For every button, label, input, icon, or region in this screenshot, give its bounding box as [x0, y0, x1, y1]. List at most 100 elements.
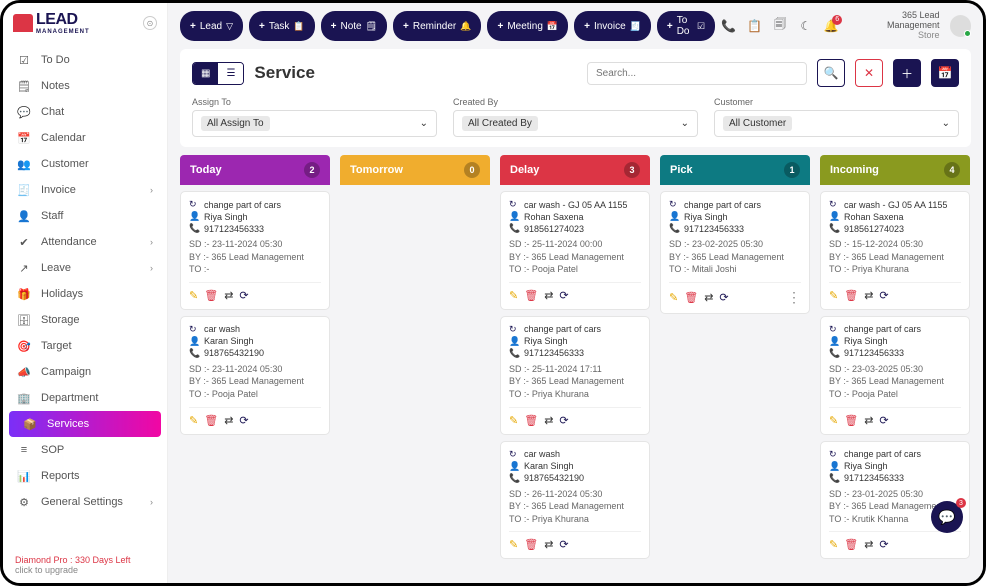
- topbar-invoice-button[interactable]: +Invoice🧾: [574, 11, 651, 41]
- nav-icon: 🎁: [17, 287, 31, 301]
- sidebar-item-storage[interactable]: 🗄Storage: [3, 307, 167, 333]
- nav-label: Notes: [41, 80, 70, 92]
- moon-icon[interactable]: ☾: [798, 18, 814, 34]
- link-icon[interactable]: ⇄: [864, 414, 873, 427]
- topbar-task-button[interactable]: +Task📋: [249, 11, 315, 41]
- sync-icon[interactable]: ⟳: [559, 414, 568, 427]
- topbar-reminder-button[interactable]: +Reminder🔔: [393, 11, 481, 41]
- call-icon[interactable]: 📞: [721, 18, 737, 34]
- edit-icon[interactable]: ✎: [669, 291, 678, 304]
- link-icon[interactable]: ⇄: [224, 414, 233, 427]
- sidebar-item-notes[interactable]: 🗒Notes: [3, 73, 167, 99]
- link-icon[interactable]: ⇄: [544, 414, 553, 427]
- avatar[interactable]: [950, 15, 971, 37]
- edit-icon[interactable]: ✎: [189, 414, 198, 427]
- sidebar-item-customer[interactable]: 👥Customer: [3, 151, 167, 177]
- sidebar-item-target[interactable]: 🎯Target: [3, 333, 167, 359]
- link-icon[interactable]: ⇄: [864, 538, 873, 551]
- service-card[interactable]: ↻change part of cars 👤Riya Singh 📞917123…: [820, 441, 970, 560]
- edit-icon[interactable]: ✎: [829, 289, 838, 302]
- sync-icon[interactable]: ⟳: [719, 291, 728, 304]
- sidebar-item-attendance[interactable]: ✔Attendance›: [3, 229, 167, 255]
- topbar-lead-button[interactable]: +Lead▽: [180, 11, 243, 41]
- logo[interactable]: LEADMANAGEMENT: [13, 11, 90, 35]
- sidebar-item-to-do[interactable]: ☑To Do: [3, 47, 167, 73]
- nav-icon: ⚙: [17, 495, 31, 509]
- phone-icon: 📞: [829, 473, 839, 484]
- sidebar-item-sop[interactable]: ≡SOP: [3, 437, 167, 463]
- link-icon[interactable]: ⇄: [704, 291, 713, 304]
- sidebar-item-leave[interactable]: ↗Leave›: [3, 255, 167, 281]
- delete-icon[interactable]: 🗑: [844, 289, 858, 302]
- card-phone: 917123456333: [204, 224, 264, 234]
- add-button[interactable]: ＋: [893, 59, 921, 87]
- sidebar-item-chat[interactable]: 💬Chat: [3, 99, 167, 125]
- sync-icon[interactable]: ⟳: [239, 289, 248, 302]
- sidebar-item-services[interactable]: 📦Services: [9, 411, 161, 437]
- sync-icon[interactable]: ⟳: [879, 538, 888, 551]
- upgrade-link[interactable]: click to upgrade: [15, 565, 155, 575]
- sidebar-item-staff[interactable]: 👤Staff: [3, 203, 167, 229]
- delete-icon[interactable]: 🗑: [684, 291, 698, 304]
- service-card[interactable]: ↻change part of cars 👤Riya Singh 📞917123…: [660, 191, 810, 314]
- board-view-btn[interactable]: ▦: [193, 63, 218, 84]
- link-icon[interactable]: ⇄: [864, 289, 873, 302]
- sidebar-item-campaign[interactable]: 📣Campaign: [3, 359, 167, 385]
- edit-icon[interactable]: ✎: [509, 538, 518, 551]
- sync-icon[interactable]: ⟳: [879, 414, 888, 427]
- sync-icon[interactable]: ⟳: [879, 289, 888, 302]
- service-card[interactable]: ↻car wash - GJ 05 AA 1155 👤Rohan Saxena …: [500, 191, 650, 310]
- pin-icon[interactable]: ⊙: [143, 16, 157, 30]
- service-card[interactable]: ↻car wash - GJ 05 AA 1155 👤Rohan Saxena …: [820, 191, 970, 310]
- list-view-btn[interactable]: ☰: [218, 63, 243, 84]
- service-card[interactable]: ↻change part of cars 👤Riya Singh 📞917123…: [180, 191, 330, 310]
- sync-icon[interactable]: ⟳: [559, 538, 568, 551]
- copy-icon[interactable]: 🗐: [772, 18, 788, 34]
- delete-icon[interactable]: 🗑: [844, 414, 858, 427]
- delete-icon[interactable]: 🗑: [524, 289, 538, 302]
- sidebar-item-general-settings[interactable]: ⚙General Settings›: [3, 489, 167, 515]
- service-card[interactable]: ↻change part of cars 👤Riya Singh 📞917123…: [500, 316, 650, 435]
- edit-icon[interactable]: ✎: [509, 289, 518, 302]
- service-card[interactable]: ↻car wash 👤Karan Singh 📞918765432190 SD …: [180, 316, 330, 435]
- calendar-button[interactable]: 📅: [931, 59, 959, 87]
- bell-icon[interactable]: 🔔6: [824, 18, 840, 34]
- filter-customer[interactable]: All Customer⌄: [714, 110, 959, 137]
- calendar-icon[interactable]: 📋: [747, 18, 763, 34]
- filter-created-by[interactable]: All Created By⌄: [453, 110, 698, 137]
- service-card[interactable]: ↻change part of cars 👤Riya Singh 📞917123…: [820, 316, 970, 435]
- sync-icon[interactable]: ⟳: [239, 414, 248, 427]
- delete-icon[interactable]: 🗑: [204, 414, 218, 427]
- edit-icon[interactable]: ✎: [189, 289, 198, 302]
- topbar-to-do-button[interactable]: +To Do☑: [657, 11, 715, 41]
- edit-icon[interactable]: ✎: [509, 414, 518, 427]
- sidebar-item-invoice[interactable]: 🧾Invoice›: [3, 177, 167, 203]
- service-card[interactable]: ↻car wash 👤Karan Singh 📞918765432190 SD …: [500, 441, 650, 560]
- link-icon[interactable]: ⇄: [544, 289, 553, 302]
- delete-icon[interactable]: 🗑: [844, 538, 858, 551]
- sidebar-item-reports[interactable]: 📊Reports: [3, 463, 167, 489]
- search-button[interactable]: 🔍: [817, 59, 845, 87]
- sync-icon[interactable]: ⟳: [559, 289, 568, 302]
- delete-icon[interactable]: 🗑: [524, 538, 538, 551]
- topbar-note-button[interactable]: +Note🗒: [321, 11, 387, 41]
- clear-button[interactable]: ✕: [855, 59, 883, 87]
- delete-icon[interactable]: 🗑: [524, 414, 538, 427]
- link-icon[interactable]: ⇄: [544, 538, 553, 551]
- topbar-meeting-button[interactable]: +Meeting📅: [487, 11, 568, 41]
- more-icon[interactable]: ⋮: [787, 289, 801, 306]
- sidebar-item-holidays[interactable]: 🎁Holidays: [3, 281, 167, 307]
- nav-icon: ↗: [17, 261, 31, 275]
- delete-icon[interactable]: 🗑: [204, 289, 218, 302]
- filter-assign-to[interactable]: All Assign To⌄: [192, 110, 437, 137]
- chat-fab[interactable]: 💬3: [931, 501, 963, 533]
- edit-icon[interactable]: ✎: [829, 414, 838, 427]
- edit-icon[interactable]: ✎: [829, 538, 838, 551]
- link-icon[interactable]: ⇄: [224, 289, 233, 302]
- search-input[interactable]: [587, 62, 807, 85]
- sidebar-item-calendar[interactable]: 📅Calendar: [3, 125, 167, 151]
- card-person: Riya Singh: [204, 212, 248, 222]
- sidebar-item-department[interactable]: 🏢Department: [3, 385, 167, 411]
- card-title: car wash - GJ 05 AA 1155: [844, 200, 947, 210]
- nav-icon: 🏢: [17, 391, 31, 405]
